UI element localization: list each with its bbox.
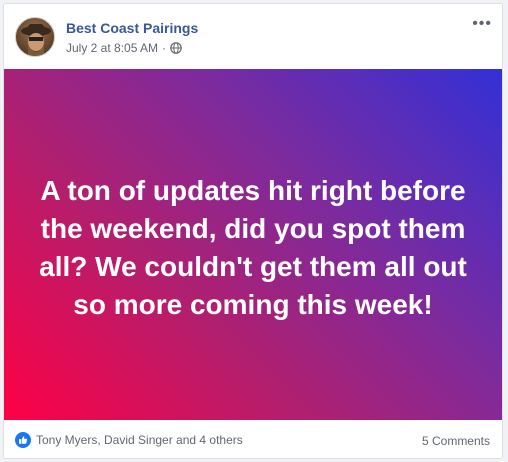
post-card: Best Coast Pairings July 2 at 8:05 AM · … xyxy=(3,3,503,459)
post-footer: Tony Myers, David Singer and 4 others 5 … xyxy=(4,420,502,458)
reactions-text: Tony Myers, David Singer and 4 others xyxy=(36,433,243,447)
meta-separator: · xyxy=(162,41,167,55)
page-avatar[interactable] xyxy=(15,17,55,57)
post-meta: July 2 at 8:05 AM · xyxy=(66,41,182,55)
page-name-link[interactable]: Best Coast Pairings xyxy=(66,20,198,36)
post-body-text: A ton of updates hit right before the we… xyxy=(39,174,467,320)
post-header: Best Coast Pairings July 2 at 8:05 AM · … xyxy=(4,4,502,68)
avatar-image-icon xyxy=(21,24,51,56)
post-background: A ton of updates hit right before the we… xyxy=(4,69,502,420)
post-timestamp[interactable]: July 2 at 8:05 AM xyxy=(66,41,158,55)
globe-icon[interactable] xyxy=(170,42,182,54)
reactions-summary[interactable]: Tony Myers, David Singer and 4 others xyxy=(15,432,243,448)
like-icon xyxy=(15,432,31,448)
comments-count-link[interactable]: 5 Comments xyxy=(422,434,490,448)
more-options-icon[interactable]: ••• xyxy=(472,16,492,32)
